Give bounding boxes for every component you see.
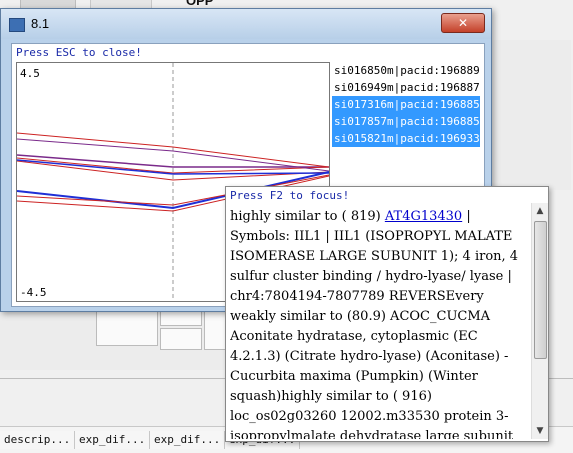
annotation-popup[interactable]: Press F2 to focus! highly similar to ( 8… xyxy=(225,186,549,442)
vertical-scrollbar[interactable]: ▲ ▼ xyxy=(531,203,548,439)
background-panel xyxy=(490,40,571,190)
y-axis-max-label: 4.5 xyxy=(20,67,40,80)
column-header[interactable]: descrip... xyxy=(0,431,75,449)
scroll-up-arrow-icon[interactable]: ▲ xyxy=(532,203,548,219)
gene-list-item[interactable]: si017857m|pacid:19688559 xyxy=(332,113,480,130)
gene-link[interactable]: AT4G13430 xyxy=(385,209,462,224)
column-header[interactable]: exp_dif... xyxy=(150,431,225,449)
close-button[interactable]: ✕ xyxy=(441,13,485,33)
y-axis-min-label: -4.5 xyxy=(20,286,47,299)
annotation-text-part: | Symbols: IIL1 | IIL1 (ISOPROPYL MALATE… xyxy=(230,209,519,439)
window-titlebar[interactable]: 8.1 ✕ xyxy=(1,9,491,39)
gene-list-item[interactable]: si016949m|pacid:19688765 xyxy=(332,79,480,96)
annotation-text: highly similar to ( 819) AT4G13430 | Sym… xyxy=(230,207,528,439)
annotation-text-part: highly similar to ( 819) xyxy=(230,209,385,224)
gene-list-item[interactable]: si017316m|pacid:19688558 xyxy=(332,96,480,113)
window-app-icon xyxy=(9,18,25,32)
esc-hint: Press ESC to close! xyxy=(16,46,142,59)
scroll-down-arrow-icon[interactable]: ▼ xyxy=(532,423,548,439)
gene-list-item[interactable]: si015821m|pacid:19693342 xyxy=(332,130,480,147)
gene-list-item[interactable]: si016850m|pacid:19688950 xyxy=(332,62,480,79)
treemap-cell xyxy=(160,328,202,350)
column-header[interactable]: exp_dif... xyxy=(75,431,150,449)
focus-hint: Press F2 to focus! xyxy=(230,189,350,202)
window-title: 8.1 xyxy=(31,16,50,31)
background-title-fragment: OPP xyxy=(186,0,214,8)
scrollbar-thumb[interactable] xyxy=(534,221,547,359)
